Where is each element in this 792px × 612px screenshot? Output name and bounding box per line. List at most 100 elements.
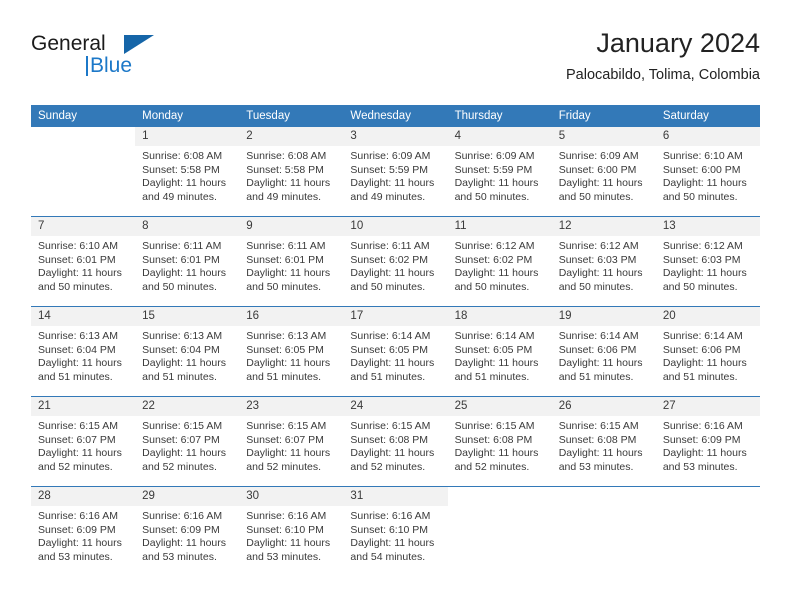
- daylight-duration-line1: Daylight: 11 hours: [662, 267, 747, 280]
- daylight-duration-line2: and 51 minutes.: [142, 370, 217, 383]
- calendar-day-cell[interactable]: 18 Sunrise: 6:14 AM Sunset: 6:05 PM Dayligh…: [447, 306, 552, 397]
- sunset-time: Sunset: 6:10 PM: [350, 523, 429, 536]
- calendar-day-cell[interactable]: 17 Sunrise: 6:14 AM Sunset: 6:05 PM Dayligh…: [343, 306, 448, 397]
- calendar-day-cell[interactable]: 9 Sunrise: 6:11 AM Sunset: 6:01 PM Daylight…: [239, 216, 344, 307]
- day-cell-inner: 26 Sunrise: 6:15 AM Sunset: 6:08 PM Dayligh…: [551, 397, 656, 486]
- day-number: 10: [343, 217, 448, 236]
- day-sun-info: Sunrise: 6:11 AM Sunset: 6:01 PM Daylight:…: [135, 236, 239, 294]
- day-cell-inner: 29 Sunrise: 6:16 AM Sunset: 6:09 PM Dayligh…: [135, 487, 240, 576]
- calendar-day-cell[interactable]: 7 Sunrise: 6:10 AM Sunset: 6:01 PM Daylight…: [31, 216, 136, 307]
- day-number: 11: [447, 217, 552, 236]
- calendar-day-cell[interactable]: 21 Sunrise: 6:15 AM Sunset: 6:07 PM Dayligh…: [31, 396, 136, 487]
- calendar-day-cell[interactable]: 6 Sunrise: 6:10 AM Sunset: 6:00 PM Daylight…: [655, 127, 760, 217]
- daylight-duration-line2: and 50 minutes.: [558, 280, 634, 293]
- daylight-duration-line2: and 49 minutes.: [246, 190, 321, 203]
- calendar-day-cell[interactable]: 27 Sunrise: 6:16 AM Sunset: 6:09 PM Dayligh…: [655, 396, 760, 487]
- day-number: 26: [551, 397, 656, 416]
- day-cell-inner: 22 Sunrise: 6:15 AM Sunset: 6:07 PM Dayligh…: [135, 397, 240, 486]
- sunrise-time: Sunrise: 6:16 AM: [246, 510, 327, 522]
- calendar-day-cell[interactable]: 22 Sunrise: 6:15 AM Sunset: 6:07 PM Dayligh…: [135, 396, 240, 487]
- daylight-duration-line1: Daylight: 11 hours: [38, 447, 122, 460]
- day-cell-inner: 18 Sunrise: 6:14 AM Sunset: 6:05 PM Dayligh…: [447, 307, 552, 396]
- calendar-day-cell[interactable]: 15 Sunrise: 6:13 AM Sunset: 6:04 PM Dayligh…: [135, 306, 240, 397]
- weekday-header-wednesday: Wednesday: [343, 105, 448, 127]
- sunrise-time: Sunrise: 6:11 AM: [142, 240, 222, 252]
- calendar-day-cell[interactable]: 2 Sunrise: 6:08 AM Sunset: 5:58 PM Daylight…: [239, 127, 344, 217]
- sunset-time: Sunset: 6:04 PM: [142, 343, 220, 356]
- calendar-day-cell[interactable]: 3 Sunrise: 6:09 AM Sunset: 5:59 PM Daylight…: [343, 127, 448, 217]
- day-cell-inner: 17 Sunrise: 6:14 AM Sunset: 6:05 PM Dayligh…: [343, 307, 448, 396]
- day-number: 27: [655, 397, 760, 416]
- calendar-day-cell[interactable]: 13 Sunrise: 6:12 AM Sunset: 6:03 PM Dayligh…: [655, 216, 760, 307]
- sunset-time: Sunset: 5:58 PM: [142, 163, 220, 176]
- daylight-duration-line1: Daylight: 11 hours: [454, 267, 539, 280]
- day-cell-inner: 31 Sunrise: 6:16 AM Sunset: 6:10 PM Dayligh…: [343, 487, 448, 576]
- sunrise-time: Sunrise: 6:14 AM: [662, 330, 743, 342]
- calendar-day-cell[interactable]: 19 Sunrise: 6:14 AM Sunset: 6:06 PM Dayligh…: [551, 306, 656, 397]
- page-header: General Blue January 2024 Palocabildo, T…: [31, 26, 760, 98]
- daylight-duration-line1: Daylight: 11 hours: [454, 177, 539, 190]
- sunrise-time: Sunrise: 6:13 AM: [38, 330, 118, 342]
- sunset-time: Sunset: 6:08 PM: [558, 433, 637, 446]
- sunrise-time: Sunrise: 6:13 AM: [142, 330, 223, 342]
- sunset-time: Sunset: 6:07 PM: [38, 433, 116, 446]
- sunrise-time: Sunrise: 6:14 AM: [350, 330, 431, 342]
- sunrise-time: Sunrise: 6:11 AM: [246, 240, 326, 252]
- day-number: 18: [447, 307, 552, 326]
- daylight-duration-line1: Daylight: 11 hours: [142, 177, 226, 190]
- day-cell-inner: 14 Sunrise: 6:13 AM Sunset: 6:04 PM Dayligh…: [31, 307, 136, 396]
- sunset-time: Sunset: 6:05 PM: [350, 343, 429, 356]
- calendar-body: 1 Sunrise: 6:08 AM Sunset: 5:58 PM Daylight…: [31, 127, 760, 576]
- page-title: January 2024: [596, 28, 760, 58]
- calendar-day-cell[interactable]: 11 Sunrise: 6:12 AM Sunset: 6:02 PM Dayligh…: [447, 216, 552, 307]
- calendar-day-cell: [656, 487, 760, 577]
- sunset-time: Sunset: 6:05 PM: [246, 343, 324, 356]
- sunrise-time: Sunrise: 6:16 AM: [350, 510, 431, 522]
- daylight-duration-line1: Daylight: 11 hours: [558, 357, 643, 370]
- calendar-day-cell[interactable]: 10 Sunrise: 6:11 AM Sunset: 6:02 PM Dayligh…: [343, 216, 448, 307]
- day-number: 12: [551, 217, 656, 236]
- calendar-day-cell[interactable]: 25 Sunrise: 6:15 AM Sunset: 6:08 PM Dayligh…: [447, 396, 552, 487]
- day-sun-info: Sunrise: 6:12 AM Sunset: 6:02 PM Daylight:…: [448, 236, 552, 294]
- sunrise-time: Sunrise: 6:12 AM: [558, 240, 639, 252]
- day-cell-inner: 5 Sunrise: 6:09 AM Sunset: 6:00 PM Daylight…: [551, 127, 656, 216]
- day-number: 30: [239, 487, 344, 506]
- daylight-duration-line2: and 53 minutes.: [558, 460, 634, 473]
- day-sun-info: [448, 506, 552, 510]
- day-sun-info: Sunrise: 6:08 AM Sunset: 5:58 PM Daylight:…: [135, 146, 239, 204]
- weekday-header-row: Sunday Monday Tuesday Wednesday Thursday…: [31, 105, 760, 127]
- sunset-time: Sunset: 6:02 PM: [454, 253, 533, 266]
- sunrise-time: Sunrise: 6:09 AM: [454, 150, 535, 162]
- location-subtitle: Palocabildo, Tolima, Colombia: [566, 67, 760, 83]
- day-number: 29: [135, 487, 240, 506]
- calendar-day-cell[interactable]: 29 Sunrise: 6:16 AM Sunset: 6:09 PM Dayligh…: [135, 487, 240, 577]
- day-number: 31: [343, 487, 448, 506]
- day-cell-inner: [31, 127, 135, 216]
- day-cell-inner: 10 Sunrise: 6:11 AM Sunset: 6:02 PM Dayligh…: [343, 217, 448, 306]
- sunset-time: Sunset: 5:58 PM: [246, 163, 324, 176]
- calendar-day-cell[interactable]: 12 Sunrise: 6:12 AM Sunset: 6:03 PM Dayligh…: [551, 216, 656, 307]
- calendar-day-cell[interactable]: 30 Sunrise: 6:16 AM Sunset: 6:10 PM Dayligh…: [239, 487, 344, 577]
- calendar-day-cell[interactable]: 14 Sunrise: 6:13 AM Sunset: 6:04 PM Dayligh…: [31, 306, 136, 397]
- day-cell-inner: 25 Sunrise: 6:15 AM Sunset: 6:08 PM Dayligh…: [447, 397, 552, 486]
- general-blue-logo: General Blue: [31, 32, 231, 88]
- day-sun-info: Sunrise: 6:14 AM Sunset: 6:05 PM Daylight:…: [448, 326, 552, 384]
- calendar-day-cell[interactable]: 16 Sunrise: 6:13 AM Sunset: 6:05 PM Dayligh…: [239, 306, 344, 397]
- calendar-day-cell[interactable]: 4 Sunrise: 6:09 AM Sunset: 5:59 PM Daylight…: [447, 127, 552, 217]
- day-number: 19: [551, 307, 656, 326]
- calendar-day-cell[interactable]: 23 Sunrise: 6:15 AM Sunset: 6:07 PM Dayligh…: [239, 396, 344, 487]
- calendar-day-cell[interactable]: 1 Sunrise: 6:08 AM Sunset: 5:58 PM Daylight…: [135, 127, 240, 217]
- calendar-day-cell[interactable]: 24 Sunrise: 6:15 AM Sunset: 6:08 PM Dayligh…: [343, 396, 448, 487]
- calendar-week-row: 7 Sunrise: 6:10 AM Sunset: 6:01 PM Daylight…: [31, 216, 760, 307]
- calendar-day-cell[interactable]: 28 Sunrise: 6:16 AM Sunset: 6:09 PM Dayligh…: [31, 487, 136, 577]
- calendar-day-cell[interactable]: 31 Sunrise: 6:16 AM Sunset: 6:10 PM Dayligh…: [343, 487, 448, 577]
- daylight-duration-line2: and 53 minutes.: [142, 550, 217, 563]
- calendar-day-cell[interactable]: 8 Sunrise: 6:11 AM Sunset: 6:01 PM Daylight…: [135, 216, 240, 307]
- calendar-day-cell[interactable]: 26 Sunrise: 6:15 AM Sunset: 6:08 PM Dayligh…: [551, 396, 656, 487]
- day-cell-inner: [656, 487, 760, 576]
- calendar-week-row: 21 Sunrise: 6:15 AM Sunset: 6:07 PM Dayligh…: [31, 396, 760, 487]
- calendar-day-cell[interactable]: 20 Sunrise: 6:14 AM Sunset: 6:06 PM Dayligh…: [655, 306, 760, 397]
- daylight-duration-line1: Daylight: 11 hours: [662, 357, 747, 370]
- calendar-day-cell[interactable]: 5 Sunrise: 6:09 AM Sunset: 6:00 PM Daylight…: [551, 127, 656, 217]
- calendar-day-cell: [31, 127, 136, 217]
